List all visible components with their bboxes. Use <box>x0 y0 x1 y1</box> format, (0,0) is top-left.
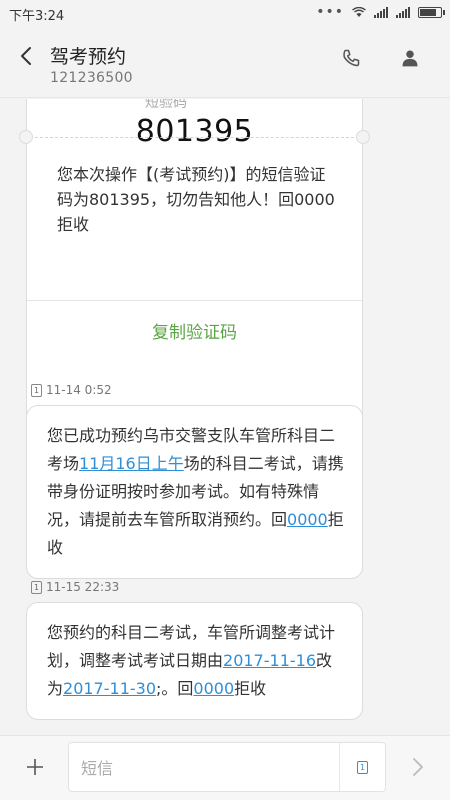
attach-button[interactable] <box>20 752 50 782</box>
status-time: 下午3:24 <box>9 9 65 24</box>
sim-card-icon: 1 <box>31 580 42 594</box>
compose-bar: 1 <box>0 735 450 800</box>
contact-number: 121236500 <box>50 70 133 86</box>
message-text: 拒收 <box>234 679 267 698</box>
timestamp-text: 11-15 22:33 <box>46 580 120 594</box>
card-partial-label: 短验码 <box>145 99 187 111</box>
card-notch-right <box>356 130 370 144</box>
date-link[interactable]: 2017-11-30 <box>63 679 156 698</box>
send-button[interactable] <box>403 752 433 782</box>
message-timestamp: 1 11-15 22:33 <box>31 580 119 594</box>
date-link[interactable]: 11月16日上午 <box>79 454 184 473</box>
verification-code: 801395 <box>135 114 254 149</box>
message-bubble[interactable]: 您已成功预约乌市交警支队车管所科目二考场11月16日上午场的科目二考试，请携带身… <box>26 405 363 579</box>
sim-card-icon: 1 <box>31 383 42 397</box>
sim-selector[interactable]: 1 <box>339 743 385 791</box>
call-button[interactable] <box>337 44 365 72</box>
card-perforation <box>35 137 354 138</box>
back-icon <box>21 47 31 65</box>
message-field[interactable]: 1 <box>68 742 386 792</box>
card-notch-left <box>19 130 33 144</box>
message-list[interactable]: 短验码 801395 您本次操作【(考试预约)】的短信验证码为801395，切勿… <box>0 99 450 735</box>
copy-code-button[interactable]: 复制验证码 <box>27 318 362 343</box>
conversation-header: 驾考预约 121236500 <box>0 26 450 98</box>
more-dots-icon: ••• <box>316 4 344 20</box>
signal-icon <box>374 6 388 18</box>
sim-card-icon: 1 <box>357 760 368 774</box>
plus-icon <box>27 759 43 775</box>
message-text: ;。回 <box>156 679 194 698</box>
battery-icon <box>418 6 445 18</box>
card-divider <box>27 300 362 301</box>
date-link[interactable]: 2017-11-16 <box>223 651 316 670</box>
phone-icon <box>343 49 360 67</box>
wifi-icon <box>352 6 366 17</box>
message-timestamp: 1 11-14 0:52 <box>31 383 112 397</box>
message-input[interactable] <box>81 755 331 781</box>
message-bubble[interactable]: 您预约的科目二考试，车管所调整考试计划，调整考试考试日期由2017-11-16改… <box>26 602 363 720</box>
status-bar: 下午3:24 ••• <box>0 0 450 26</box>
contact-icon <box>402 50 418 67</box>
status-icons: ••• <box>316 4 445 20</box>
contact-title: 驾考预约 <box>50 46 127 68</box>
contact-button[interactable] <box>396 44 424 72</box>
back-button[interactable] <box>12 40 40 72</box>
send-arrow-icon <box>413 758 423 776</box>
number-link[interactable]: 0000 <box>193 679 234 698</box>
signal-icon <box>396 6 410 18</box>
card-message-text: 您本次操作【(考试预约)】的短信验证码为801395，切勿告知他人！回0000拒… <box>57 165 335 234</box>
number-link[interactable]: 0000 <box>287 510 328 529</box>
timestamp-text: 11-14 0:52 <box>46 383 112 397</box>
